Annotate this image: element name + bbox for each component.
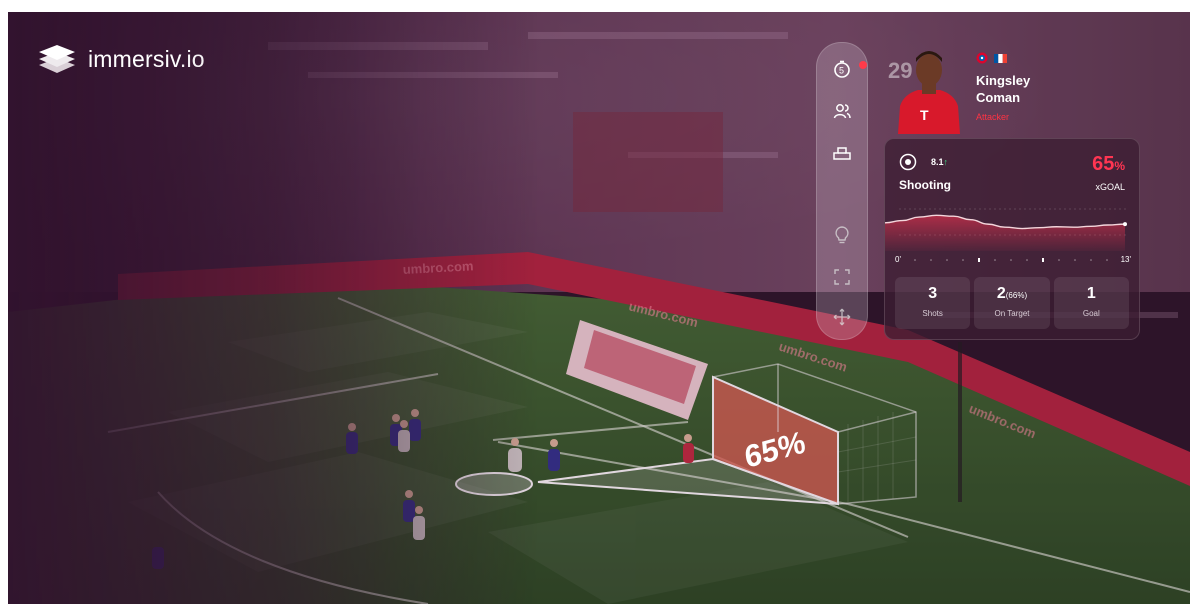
france-flag-icon [994, 53, 1007, 63]
lightbulb-icon [835, 226, 849, 244]
svg-text:T: T [920, 107, 929, 123]
target-icon [899, 153, 917, 171]
sparkline-endpoint [1123, 222, 1127, 227]
player-card[interactable]: 29 T Kingsley Coman Attacker [888, 42, 1078, 142]
shooting-stats-panel: 8.1↑ Shooting 65% xGOAL 0' 13' 3 Shots 2… [884, 138, 1140, 340]
timeline-track [914, 258, 1108, 262]
stopwatch-button[interactable]: 5 [826, 53, 867, 85]
stat-on-target[interactable]: 2(66%) On Target [974, 277, 1050, 329]
metric-title: Shooting [899, 178, 951, 192]
xgoal-value: 65% [1092, 153, 1125, 175]
move-icon [833, 308, 851, 326]
brand-logo[interactable]: immersiv.io [38, 44, 205, 74]
xgoal-sparkline [885, 208, 1129, 251]
brand-name: immersiv.io [88, 45, 205, 72]
player-rating: 8.1↑ [931, 157, 949, 167]
players-button[interactable] [826, 95, 858, 127]
player-badges [976, 52, 1007, 64]
users-icon [833, 104, 851, 119]
formation-button[interactable] [826, 137, 858, 169]
bayern-munich-badge-icon [976, 52, 988, 64]
timeline-end: 13' [1120, 255, 1131, 264]
fullscreen-button[interactable] [826, 261, 858, 293]
stopwatch-icon: 5 [834, 60, 850, 78]
notification-dot [859, 61, 867, 69]
fullscreen-icon [834, 269, 850, 285]
player-name: Kingsley Coman [976, 73, 1031, 105]
stat-goals[interactable]: 1 Goal [1053, 277, 1129, 329]
player-photo: T [898, 51, 960, 134]
svg-text:5: 5 [839, 66, 844, 76]
stats-row: 3 Shots 2(66%) On Target 1 Goal [895, 277, 1129, 329]
layers-logo-icon [39, 45, 75, 73]
stadium-scene: umbro.com umbro.com umbro.com umbro.com [8, 12, 1190, 604]
stat-shots[interactable]: 3 Shots [895, 277, 971, 329]
player-position: Attacker [976, 112, 1010, 122]
tool-sidebar: 5 [816, 42, 868, 340]
xgoal-label: xGOAL [1095, 182, 1125, 192]
move-button[interactable] [826, 301, 858, 333]
formation-icon [833, 147, 851, 160]
sparkline-area [885, 215, 1125, 251]
insights-button[interactable] [826, 219, 858, 251]
timeline-start: 0' [895, 255, 901, 264]
